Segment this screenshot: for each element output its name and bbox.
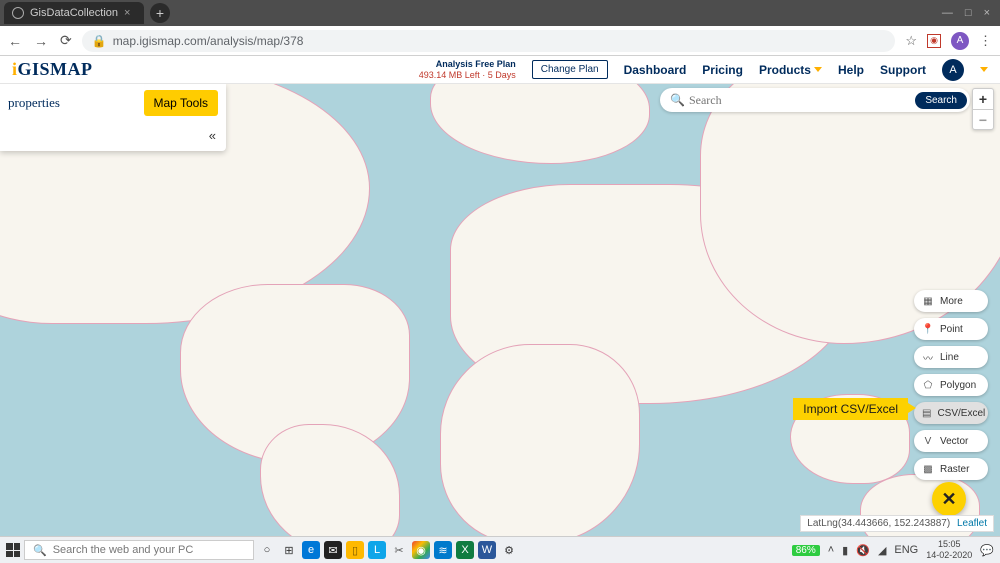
leaflet-attribution[interactable]: Leaflet — [957, 518, 987, 529]
explorer-icon[interactable]: ▯ — [346, 541, 364, 559]
change-plan-button[interactable]: Change Plan — [532, 60, 608, 79]
address-bar: ← → ⟳ 🔒 map.igismap.com/analysis/map/378… — [0, 26, 1000, 56]
line-icon: 〰 — [922, 351, 934, 363]
point-icon: 📍 — [922, 323, 934, 335]
properties-title: properties — [8, 95, 60, 111]
nav-pricing[interactable]: Pricing — [702, 63, 743, 77]
map-tools-button[interactable]: Map Tools — [144, 90, 218, 116]
volume-icon[interactable]: 🔇 — [856, 544, 870, 557]
import-csv-tooltip: Import CSV/Excel — [793, 398, 908, 420]
user-menu-caret-icon — [980, 67, 988, 72]
notifications-icon[interactable]: 💬 — [980, 544, 994, 557]
clock[interactable]: 15:0514-02-2020 — [926, 539, 972, 561]
plan-info: Analysis Free Plan 493.14 MB Left · 5 Da… — [419, 59, 516, 81]
window-controls: — □ × — [942, 7, 996, 19]
tool-csv-excel[interactable]: ▤CSV/Excel — [914, 402, 988, 424]
forward-icon[interactable]: → — [34, 33, 48, 49]
url-text: map.igismap.com/analysis/map/378 — [113, 34, 304, 48]
start-button[interactable] — [6, 543, 20, 557]
tool-raster[interactable]: ▩Raster — [914, 458, 988, 480]
tool-line[interactable]: 〰Line — [914, 346, 988, 368]
task-view-icon[interactable]: ⊞ — [280, 541, 298, 559]
taskbar-search[interactable]: 🔍 Search the web and your PC — [24, 540, 254, 560]
tab-title: GisDataCollection — [30, 7, 118, 19]
lock-icon: 🔒 — [92, 34, 107, 48]
tool-more[interactable]: ▦More — [914, 290, 988, 312]
zoom-control: + − — [972, 88, 994, 130]
snip-icon[interactable]: ✂ — [390, 541, 408, 559]
taskbar-search-placeholder: Search the web and your PC — [53, 544, 194, 556]
star-icon[interactable]: ☆ — [905, 33, 917, 49]
back-icon[interactable]: ← — [8, 33, 22, 49]
zoom-in-button[interactable]: + — [973, 89, 993, 109]
battery-icon[interactable]: ▮ — [842, 544, 848, 557]
map-search: 🔍 Search — [660, 88, 970, 112]
chevron-down-icon — [814, 67, 822, 72]
site-icon — [12, 7, 24, 19]
search-input[interactable] — [689, 93, 915, 108]
tool-polygon[interactable]: ⬠Polygon — [914, 374, 988, 396]
polygon-icon: ⬠ — [922, 379, 934, 391]
app-icon[interactable]: L — [368, 541, 386, 559]
word-icon[interactable]: W — [478, 541, 496, 559]
minimize-icon[interactable]: — — [942, 7, 953, 19]
kebab-menu-icon[interactable]: ⋮ — [979, 33, 992, 49]
settings-icon[interactable]: ⚙ — [500, 541, 518, 559]
latlng-readout: LatLng(34.443666, 152.243887) Leaflet — [800, 515, 994, 532]
spreadsheet-icon: ▤ — [922, 407, 931, 419]
nav-support[interactable]: Support — [880, 63, 926, 77]
browser-profile-avatar[interactable]: A — [951, 32, 969, 50]
tab-strip: GisDataCollection × + — [4, 2, 170, 24]
omnibox[interactable]: 🔒 map.igismap.com/analysis/map/378 — [82, 30, 896, 52]
system-tray: 86% ˄ ▮ 🔇 ◢ ENG 15:0514-02-2020 💬 — [792, 539, 994, 561]
logo[interactable]: iGISMAP — [12, 59, 93, 80]
mail-icon[interactable]: ✉ — [324, 541, 342, 559]
nav-products[interactable]: Products — [759, 63, 822, 77]
battery-indicator[interactable]: 86% — [792, 545, 820, 556]
nav-help[interactable]: Help — [838, 63, 864, 77]
tray-chevron-icon[interactable]: ˄ — [828, 544, 834, 556]
app-header: iGISMAP Analysis Free Plan 493.14 MB Lef… — [0, 56, 1000, 84]
nav-dashboard[interactable]: Dashboard — [624, 63, 687, 77]
tool-vector[interactable]: VVector — [914, 430, 988, 452]
plan-title: Analysis Free Plan — [419, 59, 516, 70]
vscode-icon[interactable]: ≋ — [434, 541, 452, 559]
more-icon: ▦ — [922, 295, 934, 307]
edge-icon[interactable]: e — [302, 541, 320, 559]
close-window-icon[interactable]: × — [984, 7, 990, 19]
nav-buttons: ← → ⟳ — [8, 32, 72, 49]
user-menu[interactable]: A — [942, 59, 964, 81]
add-layer-palette: ▦More 📍Point 〰Line ⬠Polygon ▤CSV/Excel V… — [914, 290, 988, 480]
search-icon: 🔍 — [670, 93, 685, 107]
search-icon: 🔍 — [33, 544, 47, 557]
map-canvas[interactable]: properties Map Tools « 🔍 Search + − ▦Mor… — [0, 84, 1000, 536]
vector-icon: V — [922, 435, 934, 447]
cortana-icon[interactable]: ○ — [258, 541, 276, 559]
landmass — [440, 344, 640, 536]
language-indicator[interactable]: ENG — [894, 544, 918, 556]
chrome-icon[interactable]: ◉ — [412, 541, 430, 559]
new-tab-button[interactable]: + — [150, 3, 170, 23]
properties-panel: properties Map Tools « — [0, 84, 226, 151]
wifi-icon[interactable]: ◢ — [878, 544, 886, 557]
reload-icon[interactable]: ⟳ — [60, 32, 72, 49]
close-tab-icon[interactable]: × — [124, 7, 130, 19]
raster-icon: ▩ — [922, 463, 934, 475]
zoom-out-button[interactable]: − — [973, 109, 993, 129]
browser-titlebar: GisDataCollection × + — □ × — [0, 0, 1000, 26]
tool-point[interactable]: 📍Point — [914, 318, 988, 340]
search-button[interactable]: Search — [915, 92, 967, 109]
extension-icon[interactable]: ◉ — [927, 34, 941, 48]
maximize-icon[interactable]: □ — [965, 7, 972, 19]
windows-taskbar: 🔍 Search the web and your PC ○ ⊞ e ✉ ▯ L… — [0, 536, 1000, 563]
close-palette-fab[interactable]: ✕ — [932, 482, 966, 516]
plan-subtitle: 493.14 MB Left · 5 Days — [419, 70, 516, 81]
browser-tab[interactable]: GisDataCollection × — [4, 2, 144, 24]
excel-icon[interactable]: X — [456, 541, 474, 559]
close-icon: ✕ — [941, 489, 956, 510]
collapse-panel-icon[interactable]: « — [209, 128, 216, 143]
